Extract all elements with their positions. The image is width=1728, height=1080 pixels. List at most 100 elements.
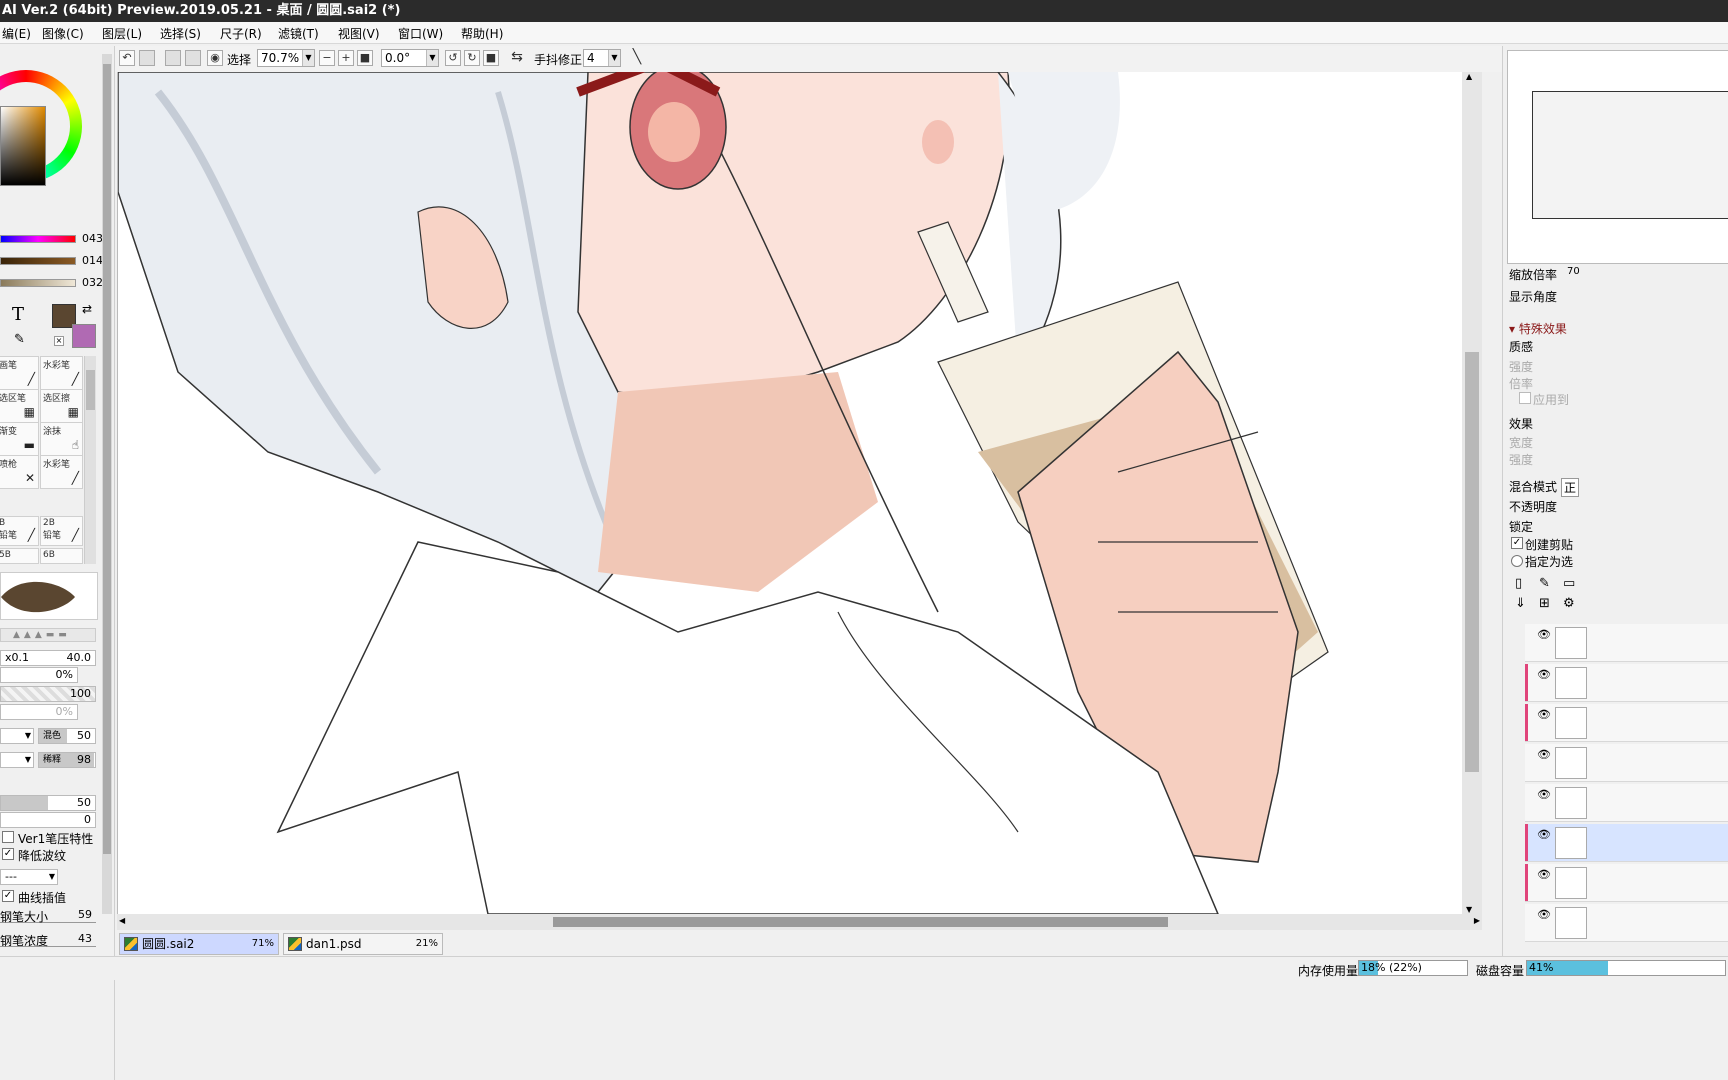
brush-tip-shapes[interactable]: ▲▲▲▬▬ [0,628,96,642]
selection-source-radio[interactable] [1511,555,1523,567]
menu-ruler[interactable]: 尺子(R) [220,25,262,42]
drawing-canvas[interactable] [117,72,1482,914]
scroll-down-icon[interactable]: ▼ [1466,905,1472,914]
merge-down-icon[interactable]: ⇓ [1515,596,1526,611]
scroll-left-icon[interactable]: ◀ [119,916,125,925]
rotate-ccw-icon[interactable]: ↺ [445,50,461,66]
blend-field[interactable]: 混色 50 [38,728,96,744]
tool-select-pen[interactable]: 选区笔 ▦ [0,389,39,423]
layer-row[interactable]: 👁 [1525,904,1728,942]
redo-icon[interactable] [139,50,155,66]
tool-pencil-2b[interactable]: 2B 铅笔 ╱ [40,516,83,546]
zero-field[interactable]: 0 [0,812,96,828]
undo-icon[interactable]: ↶ [119,50,135,66]
tool-smudge[interactable]: 涂抹 ☝ [40,422,83,456]
pen-density-row[interactable]: 钢笔浓度 43 [0,931,96,948]
tool-brush[interactable]: 画笔 ╱ [0,356,39,390]
horizontal-scroll-thumb[interactable] [553,917,1168,927]
select-toggle-label[interactable]: 选择 [227,51,251,68]
eye-icon[interactable]: 👁 [1537,628,1551,641]
doc-tab[interactable]: dan1.psd 21% [283,933,443,955]
rotate-cw-icon[interactable]: ↻ [464,50,480,66]
rotate-reset-icon[interactable]: ■ [483,50,499,66]
tool-watercolor[interactable]: 水彩笔 ╱ [40,356,83,390]
new-layer-icon[interactable]: ▯ [1515,576,1522,591]
swap-colors-icon[interactable]: ⇄ [82,302,92,316]
vertical-scroll-thumb[interactable] [1465,352,1479,772]
menu-layer[interactable]: 图层(L) [102,25,142,42]
menu-view[interactable]: 视图(V) [338,25,380,42]
brush-size-field[interactable]: x0.1 40.0 [0,650,96,666]
eyedropper-icon[interactable]: ✎ [14,332,25,347]
canvas-horizontal-scrollbar[interactable]: ◀ ▶ [117,914,1482,930]
moire-checkbox[interactable]: ✓ [2,848,14,860]
eye-icon[interactable]: 👁 [1537,668,1551,681]
eye-icon[interactable]: 👁 [1537,748,1551,761]
angle-field[interactable]: 0.0° ▼ [381,49,439,67]
menu-selection[interactable]: 选择(S) [160,25,201,42]
fx-header[interactable]: ▾ 特殊效果 [1509,320,1567,337]
layer-row[interactable]: 👁 [1525,744,1728,782]
doc-tab-active[interactable]: 圆圆.sai2 71% [119,933,279,955]
layer-row[interactable]: 👁 [1525,704,1728,742]
new-pen-layer-icon[interactable]: ✎ [1539,576,1550,591]
brush-shape-preview[interactable] [0,572,98,620]
chevron-down-icon[interactable]: ▼ [426,50,438,66]
menu-window[interactable]: 窗口(W) [398,25,443,42]
layer-row[interactable]: 👁 [1525,624,1728,662]
text-tool-icon[interactable]: T [12,304,24,325]
brush-density-field[interactable]: 100 [0,686,96,702]
menu-image[interactable]: 图像(C) [42,25,84,42]
eye-icon[interactable]: 👁 [1537,868,1551,881]
eye-icon[interactable]: 👁 [1537,708,1551,721]
blend-mode-select[interactable]: 正 [1561,478,1580,497]
deselect-icon[interactable] [165,50,181,66]
menu-help[interactable]: 帮助(H) [461,25,503,42]
pen-size-row[interactable]: 钢笔大小 59 [0,907,96,924]
layer-row-selected[interactable]: 👁 [1525,824,1728,862]
ver1-pressure-checkbox[interactable] [2,831,14,843]
flip-horizontal-icon[interactable]: ⇆ [509,50,525,66]
stabilizer-field[interactable]: 4 ▼ [583,49,621,67]
tool-list-scrollbar[interactable] [84,356,96,564]
zoom-field[interactable]: 70.7% ▼ [257,49,315,67]
menu-filter[interactable]: 滤镜(T) [278,25,319,42]
color-square[interactable] [0,106,46,186]
line-tool-icon[interactable]: ╲ [629,50,645,66]
eye-icon[interactable]: 👁 [1537,908,1551,921]
blend-mode-dropdown[interactable]: ▼ [0,728,34,744]
min-size-field[interactable]: 0% [0,667,78,683]
invert-selection-icon[interactable] [185,50,201,66]
navigator-preview[interactable] [1507,50,1728,264]
blank-field[interactable]: 0% [0,704,78,720]
transparent-swatch-icon[interactable]: × [54,336,64,346]
persistence-field[interactable]: 50 [0,795,96,811]
tool-pencil-5b[interactable]: 5B [0,548,39,564]
preset-dropdown[interactable]: --- ▼ [0,869,58,885]
eye-icon[interactable]: 👁 [1537,828,1551,841]
layer-row[interactable]: 👁 [1525,864,1728,902]
zoom-in-icon[interactable]: + [338,50,354,66]
dilution-dropdown[interactable]: ▼ [0,752,34,768]
curve-interp-checkbox[interactable]: ✓ [2,890,14,902]
canvas-vertical-scrollbar[interactable]: ▲ ▼ [1462,72,1482,914]
apply-to-checkbox[interactable] [1519,392,1531,404]
scroll-divider[interactable] [102,54,112,914]
tool-pencil-b[interactable]: B 铅笔 ╱ [0,516,39,546]
chevron-down-icon[interactable]: ▼ [608,50,620,66]
tool-pencil-6b[interactable]: 6B [40,548,83,564]
menu-edit[interactable]: 编(E) [2,25,31,42]
scroll-up-icon[interactable]: ▲ [1466,72,1472,81]
layer-settings-icon[interactable]: ⚙ [1563,596,1575,611]
layer-row[interactable]: 👁 [1525,784,1728,822]
scroll-right-icon[interactable]: ▶ [1474,916,1480,925]
secondary-color-swatch[interactable] [72,324,96,348]
zoom-out-icon[interactable]: − [319,50,335,66]
tool-airbrush[interactable]: 喷枪 ✕ [0,455,39,489]
clipping-checkbox[interactable]: ✓ [1511,537,1523,549]
nav-zoom-value[interactable]: 70 [1567,266,1580,277]
layer-row[interactable]: 👁 [1525,664,1728,702]
chevron-down-icon[interactable]: ▼ [302,50,314,66]
eye-icon[interactable]: ◉ [207,50,223,66]
tool-select-eraser[interactable]: 选区擦 ▦ [40,389,83,423]
